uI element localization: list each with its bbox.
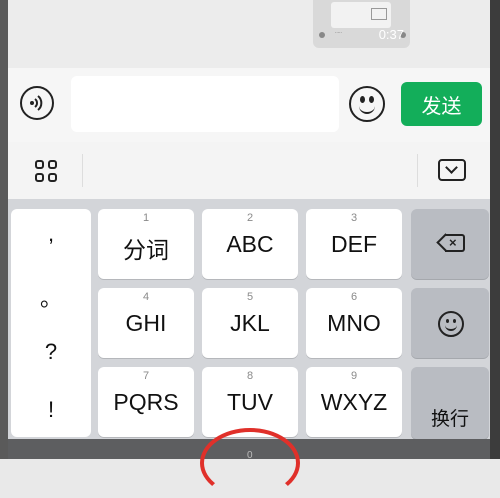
annotation-circle xyxy=(200,428,300,498)
video-icon-left xyxy=(319,32,325,38)
enter-label: 换行 xyxy=(430,409,469,430)
emoji-icon-mouth xyxy=(359,102,375,114)
keyboard: , 。 ? ! 1 分词 2 ABC 3 DEF × 4 GHI 5 JKL 6… xyxy=(8,199,490,439)
emoji-button[interactable] xyxy=(349,86,385,122)
key-number: 7 xyxy=(142,370,150,382)
key-number: 6 xyxy=(350,291,358,303)
voice-button[interactable] xyxy=(20,86,54,120)
key-label: DEF xyxy=(331,231,377,257)
chat-area: ..... 0:37 xyxy=(8,0,490,68)
key-number: 5 xyxy=(246,291,254,303)
right-edge xyxy=(490,0,500,459)
grid-icon[interactable] xyxy=(35,160,59,184)
toolbar-divider xyxy=(82,154,83,187)
key-number: 1 xyxy=(142,212,150,224)
video-thumbnail-image xyxy=(331,2,391,28)
key-label: MNO xyxy=(327,310,381,336)
key-4[interactable]: 4 GHI xyxy=(98,288,194,358)
input-bar: 发送 xyxy=(8,68,490,143)
smiley-icon xyxy=(438,311,464,337)
emoji-key[interactable] xyxy=(411,288,489,358)
punct-comma[interactable]: , xyxy=(11,221,91,247)
key-number: 8 xyxy=(246,370,254,382)
backspace-icon: × xyxy=(436,233,465,252)
left-edge xyxy=(0,0,8,459)
keyboard-toolbar xyxy=(8,142,490,199)
punctuation-column[interactable]: , 。 ? ! xyxy=(11,209,91,437)
send-button[interactable]: 发送 xyxy=(401,82,482,126)
key-label: 分词 xyxy=(123,237,169,263)
key-label: GHI xyxy=(125,310,167,336)
key-7[interactable]: 7 PQRS xyxy=(98,367,194,437)
key-label: TUV xyxy=(227,389,273,415)
key-label: PQRS xyxy=(113,389,179,415)
key-number: 9 xyxy=(350,370,358,382)
key-6[interactable]: 6 MNO xyxy=(306,288,402,358)
key-label: JKL xyxy=(230,310,270,336)
key-2[interactable]: 2 ABC xyxy=(202,209,298,279)
punct-question[interactable]: ? xyxy=(11,339,91,365)
key-3[interactable]: 3 DEF xyxy=(306,209,402,279)
key-1[interactable]: 1 分词 xyxy=(98,209,194,279)
enter-key[interactable]: 换行 xyxy=(411,367,489,439)
key-8[interactable]: 8 TUV xyxy=(202,367,298,437)
punct-period[interactable]: 。 xyxy=(11,281,91,313)
video-duration: 0:37 xyxy=(378,27,404,42)
video-caption: ..... xyxy=(335,29,342,35)
key-label: ABC xyxy=(226,231,274,257)
punct-exclaim[interactable]: ! xyxy=(11,397,91,423)
key-5[interactable]: 5 JKL xyxy=(202,288,298,358)
toolbar-divider xyxy=(417,154,418,187)
key-label: WXYZ xyxy=(320,389,388,415)
key-number: 3 xyxy=(350,212,358,224)
message-input[interactable] xyxy=(71,76,339,132)
key-9[interactable]: 9 WXYZ xyxy=(306,367,402,437)
key-number: 2 xyxy=(246,212,254,224)
keyboard-hide-icon[interactable] xyxy=(438,159,466,181)
video-message[interactable]: ..... 0:37 xyxy=(313,0,410,48)
key-number: 4 xyxy=(142,291,150,303)
backspace-key[interactable]: × xyxy=(411,209,489,279)
voice-icon xyxy=(30,95,43,111)
